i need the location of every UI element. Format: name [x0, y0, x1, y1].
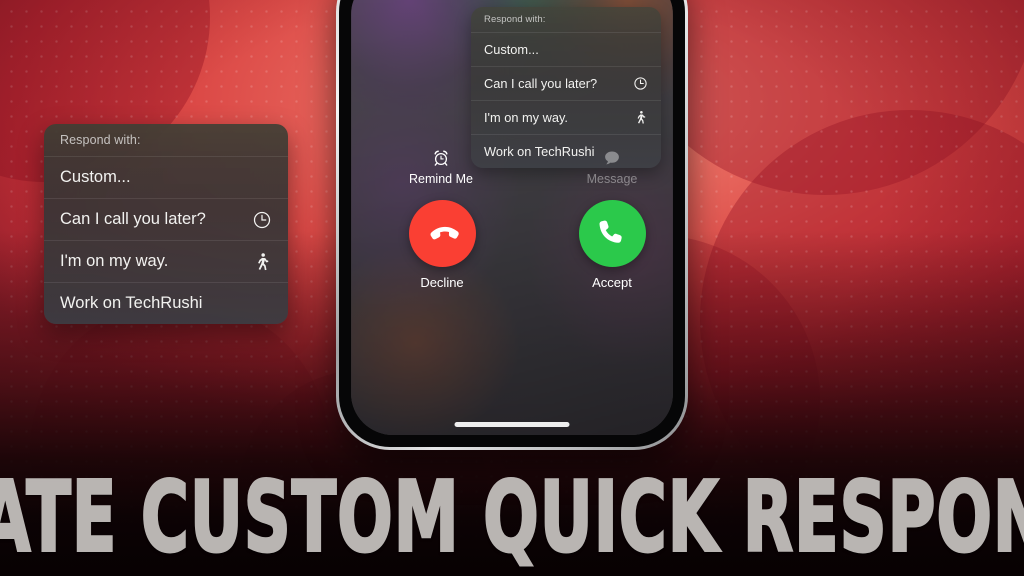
respond-option-call-later[interactable]: Can I call you later? [44, 198, 288, 240]
phone-screen: Respond with: Custom... Can I call you l… [351, 0, 673, 435]
respond-option-icon-none [633, 42, 648, 57]
clock-icon [633, 76, 648, 91]
respond-option-label: Custom... [484, 42, 539, 57]
page-title: CREATE CUSTOM QUICK RESPONSES [0, 460, 1024, 574]
decline-label: Decline [420, 275, 464, 290]
accept-label: Accept [592, 275, 632, 290]
remind-me-button[interactable]: Remind Me [399, 147, 483, 186]
respond-option-label: I'm on my way. [60, 252, 169, 270]
clock-icon [252, 210, 272, 230]
respond-option-work-on-techrushi[interactable]: Work on TechRushi [44, 282, 288, 324]
decline-circle[interactable] [408, 200, 476, 267]
phone-down-icon [430, 226, 459, 239]
respond-option-custom[interactable]: Custom... [471, 32, 661, 66]
respond-option-call-later[interactable]: Can I call you later? [471, 66, 661, 100]
message-button[interactable]: Message [570, 147, 654, 186]
home-indicator[interactable] [454, 422, 570, 427]
walking-person-icon [633, 110, 648, 125]
walking-person-icon [252, 252, 272, 272]
respond-with-header: Respond with: [60, 133, 141, 147]
respond-option-label: Can I call you later? [60, 210, 206, 228]
respond-option-on-my-way[interactable]: I'm on my way. [44, 240, 288, 282]
accept-call-button[interactable]: Accept [566, 200, 658, 290]
respond-with-callout: Respond with: Custom... Can I call you l… [44, 124, 288, 324]
accept-circle[interactable] [578, 200, 646, 267]
respond-option-label: Custom... [60, 168, 131, 186]
headline-band: CREATE CUSTOM QUICK RESPONSES [0, 458, 1024, 576]
respond-option-label: Can I call you later? [484, 76, 598, 91]
respond-with-header: Respond with: [484, 14, 546, 25]
remind-me-label: Remind Me [409, 172, 473, 186]
respond-option-icon-none [252, 294, 272, 314]
message-label: Message [586, 172, 638, 186]
phone-bezel: Respond with: Custom... Can I call you l… [339, 0, 685, 447]
decline-call-button[interactable]: Decline [396, 200, 488, 290]
respond-option-icon-none [252, 168, 272, 188]
alarm-clock-icon [399, 147, 483, 167]
respond-option-label: Work on TechRushi [60, 294, 203, 312]
phone-up-icon [599, 220, 622, 243]
phone-device-frame: Respond with: Custom... Can I call you l… [336, 0, 688, 450]
respond-option-on-my-way[interactable]: I'm on my way. [471, 100, 661, 134]
respond-option-label: I'm on my way. [484, 110, 568, 125]
screenshot-canvas: Respond with: Custom... Can I call you l… [0, 0, 1024, 576]
respond-with-popup: Respond with: Custom... Can I call you l… [471, 7, 661, 168]
respond-option-custom[interactable]: Custom... [44, 156, 288, 198]
speech-bubble-icon [570, 147, 654, 167]
